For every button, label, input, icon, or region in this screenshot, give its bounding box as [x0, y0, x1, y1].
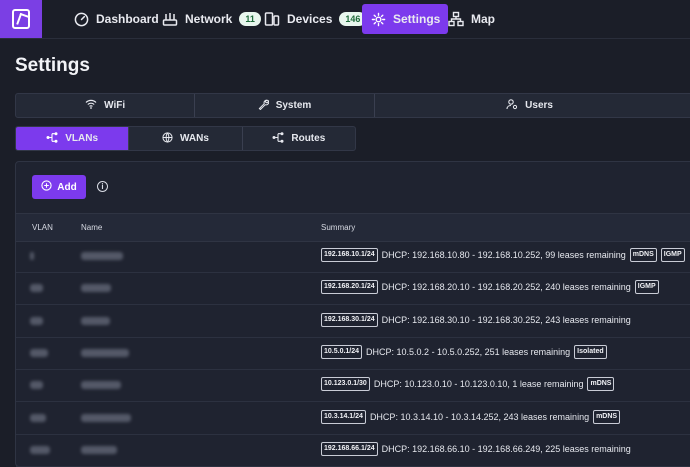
devices-icon	[264, 11, 280, 27]
vlan-summary: 10.3.14.1/24 DHCP: 10.3.14.10 - 10.3.14.2…	[321, 409, 621, 424]
vlan-id-redacted	[30, 381, 43, 390]
tag-badge: mDNS	[629, 248, 657, 262]
vlan-card: Add i VLAN Name Summary 192.168.10.1/24 D…	[15, 161, 690, 467]
dhcp-summary-text: DHCP: 192.168.20.10 - 192.168.20.252, 24…	[381, 282, 631, 293]
add-vlan-button[interactable]: Add	[32, 175, 86, 199]
vlan-summary: 192.168.20.1/24 DHCP: 192.168.20.10 - 192…	[321, 280, 659, 295]
branch-icon	[46, 131, 58, 146]
vlan-name-redacted	[81, 348, 129, 357]
dhcp-summary-text: DHCP: 192.168.30.10 - 192.168.30.252, 24…	[381, 314, 631, 325]
tab-label: Users	[525, 100, 553, 111]
tab-label: WiFi	[104, 100, 126, 111]
network-settings-tabs: VLANs WANs Routes	[15, 126, 356, 151]
vlan-id-redacted	[30, 413, 46, 422]
vlan-name-redacted	[81, 252, 123, 260]
table-row[interactable]: 10.3.14.1/24 DHCP: 10.3.14.10 - 10.3.14.2…	[16, 402, 690, 435]
tab-label: System	[275, 100, 312, 111]
gear-icon	[370, 11, 386, 27]
globe-icon	[162, 131, 173, 146]
add-label: Add	[57, 181, 77, 193]
column-header-name: Name	[81, 223, 103, 232]
tab-routes[interactable]: Routes	[243, 127, 355, 150]
table-row[interactable]: 192.168.30.1/24 DHCP: 192.168.30.10 - 192…	[16, 305, 690, 338]
tag-badge: IGMP	[660, 248, 685, 262]
tag-badge: mDNS	[587, 377, 615, 392]
vlan-summary: 10.123.0.1/30 DHCP: 10.123.0.10 - 10.123.…	[321, 377, 615, 392]
dhcp-summary-text: DHCP: 10.5.0.2 - 10.5.0.252, 251 leases …	[366, 346, 571, 357]
cidr-badge: 192.168.20.1/24	[321, 280, 378, 295]
table-row[interactable]: 192.168.10.1/24 DHCP: 192.168.10.80 - 192…	[16, 240, 690, 273]
router-icon	[162, 11, 178, 27]
dhcp-summary-text: DHCP: 10.123.0.10 - 10.123.0.10, 1 lease…	[373, 379, 584, 390]
column-header-vlan: VLAN	[32, 223, 53, 232]
nav-label: Dashboard	[96, 12, 159, 26]
table-row[interactable]: 10.123.0.1/30 DHCP: 10.123.0.10 - 10.123.…	[16, 369, 690, 403]
tab-wans[interactable]: WANs	[129, 127, 243, 150]
nav-label: Network	[185, 12, 233, 26]
cidr-badge: 192.168.30.1/24	[321, 312, 378, 327]
vlan-name-redacted	[81, 316, 110, 325]
table-header: VLAN Name Summary	[16, 213, 690, 242]
app-logo[interactable]	[0, 0, 42, 38]
cidr-badge: 10.3.14.1/24	[321, 409, 366, 424]
tab-vlans[interactable]: VLANs	[16, 127, 130, 150]
dhcp-summary-text: DHCP: 10.3.14.10 - 10.3.14.252, 243 leas…	[369, 411, 590, 422]
dhcp-summary-text: DHCP: 192.168.10.80 - 192.168.10.252, 99…	[381, 250, 626, 260]
nav-label: Devices	[287, 12, 333, 26]
vlan-name-redacted	[81, 381, 121, 390]
tab-label: VLANs	[65, 133, 99, 144]
vlan-name-redacted	[81, 284, 111, 293]
tab-label: Routes	[291, 133, 326, 144]
vlan-summary: 192.168.30.1/24 DHCP: 192.168.30.10 - 192…	[321, 312, 631, 327]
vlan-summary: 192.168.10.1/24 DHCP: 192.168.10.80 - 192…	[321, 248, 685, 262]
settings-tabs: WiFi System Users	[15, 93, 690, 118]
info-icon[interactable]: i	[97, 181, 108, 192]
logo-icon	[12, 9, 30, 29]
cidr-badge: 192.168.66.1/24	[321, 441, 378, 456]
plus-circle-icon	[41, 180, 52, 194]
vlan-id-redacted	[30, 252, 34, 260]
topology-icon	[448, 11, 464, 27]
vlan-id-redacted	[30, 316, 43, 325]
vlan-id-redacted	[30, 348, 48, 357]
table-row[interactable]: 192.168.66.1/24 DHCP: 192.168.66.10 - 192…	[16, 434, 690, 467]
nav-devices[interactable]: Devices 146	[256, 4, 374, 34]
routes-icon	[272, 131, 284, 146]
nav-label: Settings	[393, 12, 441, 26]
tab-users[interactable]: Users	[375, 94, 690, 117]
cidr-badge: 10.123.0.1/30	[321, 377, 370, 392]
nav-label: Map	[471, 12, 495, 26]
tab-label: WANs	[180, 133, 209, 144]
table-row[interactable]: 10.5.0.1/24 DHCP: 10.5.0.2 - 10.5.0.252, …	[16, 337, 690, 370]
tag-badge: Isolated	[574, 344, 607, 359]
cidr-badge: 10.5.0.1/24	[321, 344, 363, 359]
table-row[interactable]: 192.168.20.1/24 DHCP: 192.168.20.10 - 192…	[16, 272, 690, 306]
gauge-icon	[73, 11, 89, 27]
top-nav: Dashboard Network 11 Devices 146 Setting…	[0, 0, 690, 39]
vlan-id-redacted	[30, 445, 50, 454]
dhcp-summary-text: DHCP: 192.168.66.10 - 192.168.66.249, 22…	[381, 443, 631, 454]
user-gear-icon	[506, 98, 518, 113]
wifi-icon	[85, 99, 97, 112]
nav-map[interactable]: Map	[440, 4, 503, 34]
vlan-id-redacted	[30, 284, 43, 293]
tab-system[interactable]: System	[195, 94, 375, 117]
vlan-summary: 10.5.0.1/24 DHCP: 10.5.0.2 - 10.5.0.252, …	[321, 344, 607, 359]
nav-dashboard[interactable]: Dashboard	[65, 4, 167, 34]
wrench-icon	[258, 99, 269, 113]
tab-wifi[interactable]: WiFi	[16, 94, 196, 117]
page-title: Settings	[15, 55, 90, 76]
column-header-summary: Summary	[321, 223, 356, 232]
nav-network[interactable]: Network 11	[154, 4, 269, 34]
vlan-name-redacted	[81, 413, 131, 422]
tag-badge: mDNS	[593, 409, 621, 424]
vlan-summary: 192.168.66.1/24 DHCP: 192.168.66.10 - 192…	[321, 441, 631, 456]
cidr-badge: 192.168.10.1/24	[321, 248, 378, 262]
tag-badge: IGMP	[634, 280, 659, 295]
vlan-name-redacted	[81, 445, 117, 454]
nav-settings[interactable]: Settings	[362, 4, 449, 34]
